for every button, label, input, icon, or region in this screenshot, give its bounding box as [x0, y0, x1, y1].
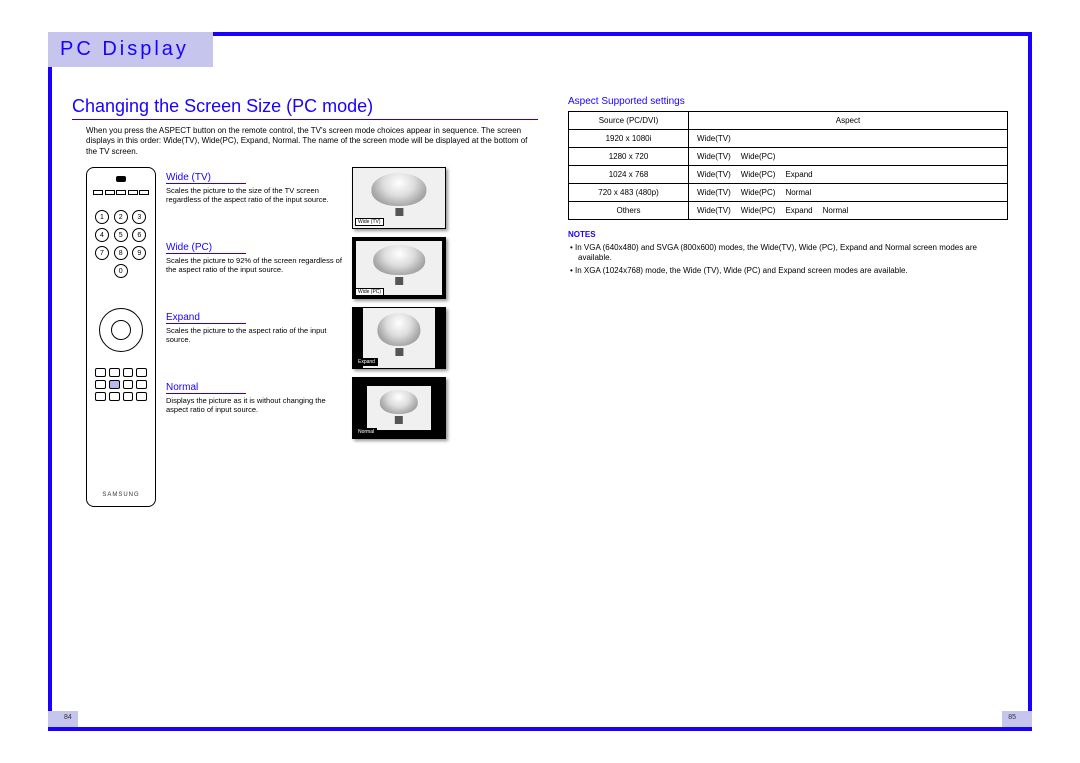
table-header: Aspect — [689, 112, 1008, 130]
modes-list: Wide (TV) Scales the picture to the size … — [166, 167, 538, 507]
table-cell-aspect: Wide(TV)Wide(PC)ExpandNormal — [689, 202, 1008, 220]
mode-title: Wide (PC) — [166, 242, 246, 254]
thumbnail-inner — [367, 386, 431, 430]
mode-text: Normal Displays the picture as it is with… — [166, 377, 346, 414]
balloon-icon — [373, 245, 425, 275]
thumbnail-label: Normal — [355, 428, 377, 436]
mode-text: Wide (TV) Scales the picture to the size … — [166, 167, 346, 204]
thumbnail-label: Wide (TV) — [355, 218, 384, 226]
mode-block: Expand Scales the picture to the aspect r… — [166, 307, 538, 369]
remote-illustration: 123 456 789 0 SAMSUNG — [86, 167, 156, 507]
page-num-bg-left — [48, 711, 78, 727]
mode-title: Normal — [166, 382, 246, 394]
table-cell-aspect: Wide(TV)Wide(PC) — [689, 148, 1008, 166]
mode-block: Wide (PC) Scales the picture to 92% of th… — [166, 237, 538, 299]
content-area: Changing the Screen Size (PC mode) When … — [72, 96, 1008, 707]
balloon-icon — [371, 173, 426, 206]
mode-title: Expand — [166, 312, 246, 324]
notes-list: In VGA (640x480) and SVGA (800x600) mode… — [568, 243, 1008, 276]
aspect-button-highlight — [109, 380, 120, 389]
table-cell-source: 1920 x 1080i — [569, 130, 689, 148]
page-number-left: 84 — [64, 714, 72, 721]
note-item: In XGA (1024x768) mode, the Wide (TV), W… — [568, 266, 1008, 276]
table-row: 1920 x 1080iWide(TV) — [569, 130, 1008, 148]
mode-text: Wide (PC) Scales the picture to 92% of th… — [166, 237, 346, 274]
thumbnail-label: Expand — [355, 358, 378, 366]
table-cell-source: 1024 x 768 — [569, 166, 689, 184]
mode-thumbnail: Wide (PC) — [352, 237, 446, 299]
page-title: Changing the Screen Size (PC mode) — [72, 96, 538, 120]
page-num-bg-right — [1002, 711, 1032, 727]
mode-block: Wide (TV) Scales the picture to the size … — [166, 167, 538, 229]
section-header: PC Display — [60, 38, 189, 60]
table-cell-source: 1280 x 720 — [569, 148, 689, 166]
section-tab: PC Display — [48, 32, 213, 67]
table-row: 1024 x 768Wide(TV)Wide(PC)Expand — [569, 166, 1008, 184]
page-number-right: 85 — [1008, 714, 1016, 721]
intro-text: When you press the ASPECT button on the … — [86, 126, 538, 157]
aspect-settings-title: Aspect Supported settings — [568, 96, 1008, 107]
thumbnail-label: Wide (PC) — [355, 288, 384, 296]
body-row: 123 456 789 0 SAMSUNG Wide (TV) Scales th… — [72, 167, 538, 507]
table-row: OthersWide(TV)Wide(PC)ExpandNormal — [569, 202, 1008, 220]
table-cell-aspect: Wide(TV)Wide(PC)Expand — [689, 166, 1008, 184]
thumbnail-inner — [356, 241, 442, 295]
mode-thumbnail: Expand — [352, 307, 446, 369]
left-column: Changing the Screen Size (PC mode) When … — [72, 96, 538, 707]
aspect-table: Source (PC/DVI)Aspect 1920 x 1080iWide(T… — [568, 111, 1008, 220]
remote-brand: SAMSUNG — [87, 492, 155, 498]
balloon-icon — [380, 390, 418, 414]
notes-header: NOTES — [568, 230, 1008, 239]
table-cell-source: Others — [569, 202, 689, 220]
table-header: Source (PC/DVI) — [569, 112, 689, 130]
table-row: 720 x 483 (480p)Wide(TV)Wide(PC)Normal — [569, 184, 1008, 202]
balloon-icon — [377, 313, 420, 346]
mode-desc: Scales the picture to 92% of the screen … — [166, 256, 346, 274]
mode-text: Expand Scales the picture to the aspect r… — [166, 307, 346, 344]
note-item: In VGA (640x480) and SVGA (800x600) mode… — [568, 243, 1008, 264]
mode-title: Wide (TV) — [166, 172, 246, 184]
mode-thumbnail: Normal — [352, 377, 446, 439]
table-row: 1280 x 720Wide(TV)Wide(PC) — [569, 148, 1008, 166]
right-column: Aspect Supported settings Source (PC/DVI… — [568, 96, 1008, 707]
nav-wheel-icon — [99, 308, 143, 352]
power-icon — [116, 176, 126, 182]
mode-desc: Scales the picture to the size of the TV… — [166, 186, 346, 204]
numpad: 123 456 789 0 — [95, 210, 147, 278]
table-cell-aspect: Wide(TV)Wide(PC)Normal — [689, 184, 1008, 202]
table-cell-aspect: Wide(TV) — [689, 130, 1008, 148]
page-frame: PC Display Changing the Screen Size (PC … — [48, 32, 1032, 731]
source-row — [93, 190, 149, 195]
table-cell-source: 720 x 483 (480p) — [569, 184, 689, 202]
mode-thumbnail: Wide (TV) — [352, 167, 446, 229]
mode-desc: Displays the picture as it is without ch… — [166, 396, 346, 414]
mode-desc: Scales the picture to the aspect ratio o… — [166, 326, 346, 344]
lower-buttons — [95, 368, 147, 401]
mode-block: Normal Displays the picture as it is with… — [166, 377, 538, 439]
